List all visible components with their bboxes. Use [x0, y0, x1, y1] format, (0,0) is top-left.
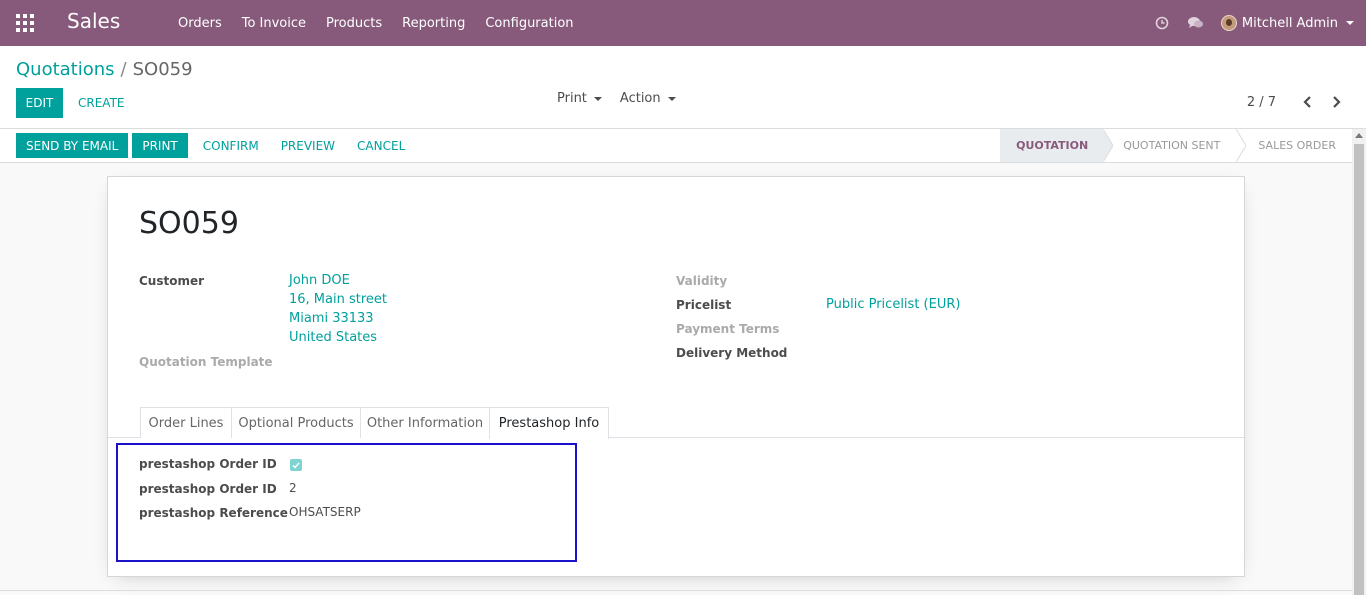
delivery-method-label: Delivery Method	[676, 346, 788, 360]
chat-icon[interactable]	[1187, 14, 1205, 32]
status-buttons: SEND BY EMAIL PRINT CONFIRM PREVIEW CANC…	[16, 133, 416, 158]
form-sheet: SO059 Customer John DOE 16, Main street …	[107, 176, 1245, 577]
validity-label: Validity	[676, 274, 728, 288]
menu-item-products[interactable]: Products	[316, 16, 392, 31]
stage-pipeline: QUOTATION QUOTATION SENT SALES ORDER	[1000, 129, 1352, 162]
stage-quotation-sent[interactable]: QUOTATION SENT	[1113, 129, 1236, 162]
pager-value[interactable]: 2 / 7	[1247, 95, 1276, 110]
send-by-email-button[interactable]: SEND BY EMAIL	[16, 133, 129, 158]
quotation-template-label: Quotation Template	[139, 355, 273, 369]
chevron-down-icon	[667, 96, 676, 101]
scrollbar[interactable]	[1352, 129, 1366, 595]
prestashop-order-id-flag-label: prestashop Order ID	[139, 457, 277, 471]
action-dropdown-label: Action	[619, 91, 661, 106]
create-button[interactable]: CREATE	[70, 88, 133, 118]
breadcrumb-separator: /	[120, 59, 127, 80]
pricelist-value[interactable]: Public Pricelist (EUR)	[826, 297, 960, 312]
clock-icon[interactable]	[1153, 14, 1171, 32]
menu-item-to-invoice[interactable]: To Invoice	[232, 16, 316, 31]
prestashop-order-id-value: 2	[289, 481, 297, 495]
print-dropdown[interactable]: Print	[557, 91, 602, 106]
divider	[0, 590, 1352, 591]
user-name: Mitchell Admin	[1241, 15, 1338, 31]
print-button[interactable]: PRINT	[132, 133, 188, 158]
apps-icon[interactable]	[16, 14, 34, 32]
edit-button[interactable]: EDIT	[16, 88, 63, 118]
payment-terms-label: Payment Terms	[676, 322, 780, 336]
pricelist-label: Pricelist	[676, 298, 732, 312]
breadcrumb-quotations[interactable]: Quotations	[16, 59, 115, 80]
preview-button[interactable]: PREVIEW	[270, 133, 346, 158]
customer-label: Customer	[139, 274, 205, 288]
breadcrumb: Quotations / SO059	[16, 59, 193, 80]
customer-address-line-1[interactable]: 16, Main street	[289, 292, 387, 307]
prestashop-order-id-label: prestashop Order ID	[139, 482, 277, 496]
prestashop-order-id-checkbox[interactable]	[290, 459, 302, 471]
tab-order-lines[interactable]: Order Lines	[140, 407, 232, 438]
customer-address-line-3[interactable]: United States	[289, 330, 377, 345]
chevron-down-icon	[1346, 21, 1354, 25]
toolbar-dropdowns: Print Action	[557, 91, 694, 106]
prestashop-reference-value: OHSATSERP	[289, 505, 361, 519]
scrollbar-thumb[interactable]	[1354, 144, 1364, 595]
notebook-tabs: Order Lines Optional Products Other Info…	[108, 407, 1244, 439]
action-dropdown[interactable]: Action	[620, 91, 676, 106]
statusbar: SEND BY EMAIL PRINT CONFIRM PREVIEW CANC…	[0, 129, 1352, 163]
check-icon	[292, 462, 300, 469]
customer-name[interactable]: John DOE	[289, 273, 350, 288]
tab-optional-products[interactable]: Optional Products	[231, 407, 361, 438]
stage-sales-order[interactable]: SALES ORDER	[1246, 129, 1352, 162]
chevron-right-icon[interactable]	[1328, 94, 1344, 110]
chevron-down-icon	[593, 96, 602, 101]
tab-other-information[interactable]: Other Information	[360, 407, 490, 438]
scroll-up-icon[interactable]	[1355, 133, 1363, 138]
user-menu[interactable]: Mitchell Admin	[1220, 15, 1354, 31]
customer-address-line-2[interactable]: Miami 33133	[289, 311, 374, 326]
menu-item-configuration[interactable]: Configuration	[475, 16, 583, 31]
avatar	[1220, 15, 1237, 31]
print-dropdown-label: Print	[557, 91, 587, 106]
confirm-button[interactable]: CONFIRM	[192, 133, 270, 158]
navbar-right: Mitchell Admin	[1153, 0, 1354, 46]
menu-item-reporting[interactable]: Reporting	[392, 16, 475, 31]
stage-arrow-icon	[1103, 129, 1114, 162]
pager: 2 / 7	[1247, 94, 1344, 110]
tab-prestashop-info[interactable]: Prestashop Info	[489, 407, 609, 439]
order-name: SO059	[139, 206, 239, 241]
prestashop-reference-label: prestashop Reference	[139, 506, 288, 520]
chevron-left-icon[interactable]	[1300, 94, 1316, 110]
top-navbar: Sales Orders To Invoice Products Reporti…	[0, 0, 1366, 46]
main-menu: Orders To Invoice Products Reporting Con…	[168, 0, 584, 46]
stage-arrow-icon	[1236, 129, 1247, 162]
breadcrumb-current: SO059	[132, 59, 193, 80]
stage-quotation[interactable]: QUOTATION	[1000, 129, 1105, 162]
control-panel: Quotations / SO059 EDIT CREATE Print Actio…	[0, 46, 1366, 129]
cancel-button[interactable]: CANCEL	[346, 133, 416, 158]
menu-item-orders[interactable]: Orders	[168, 16, 232, 31]
app-name[interactable]: Sales	[67, 9, 120, 33]
